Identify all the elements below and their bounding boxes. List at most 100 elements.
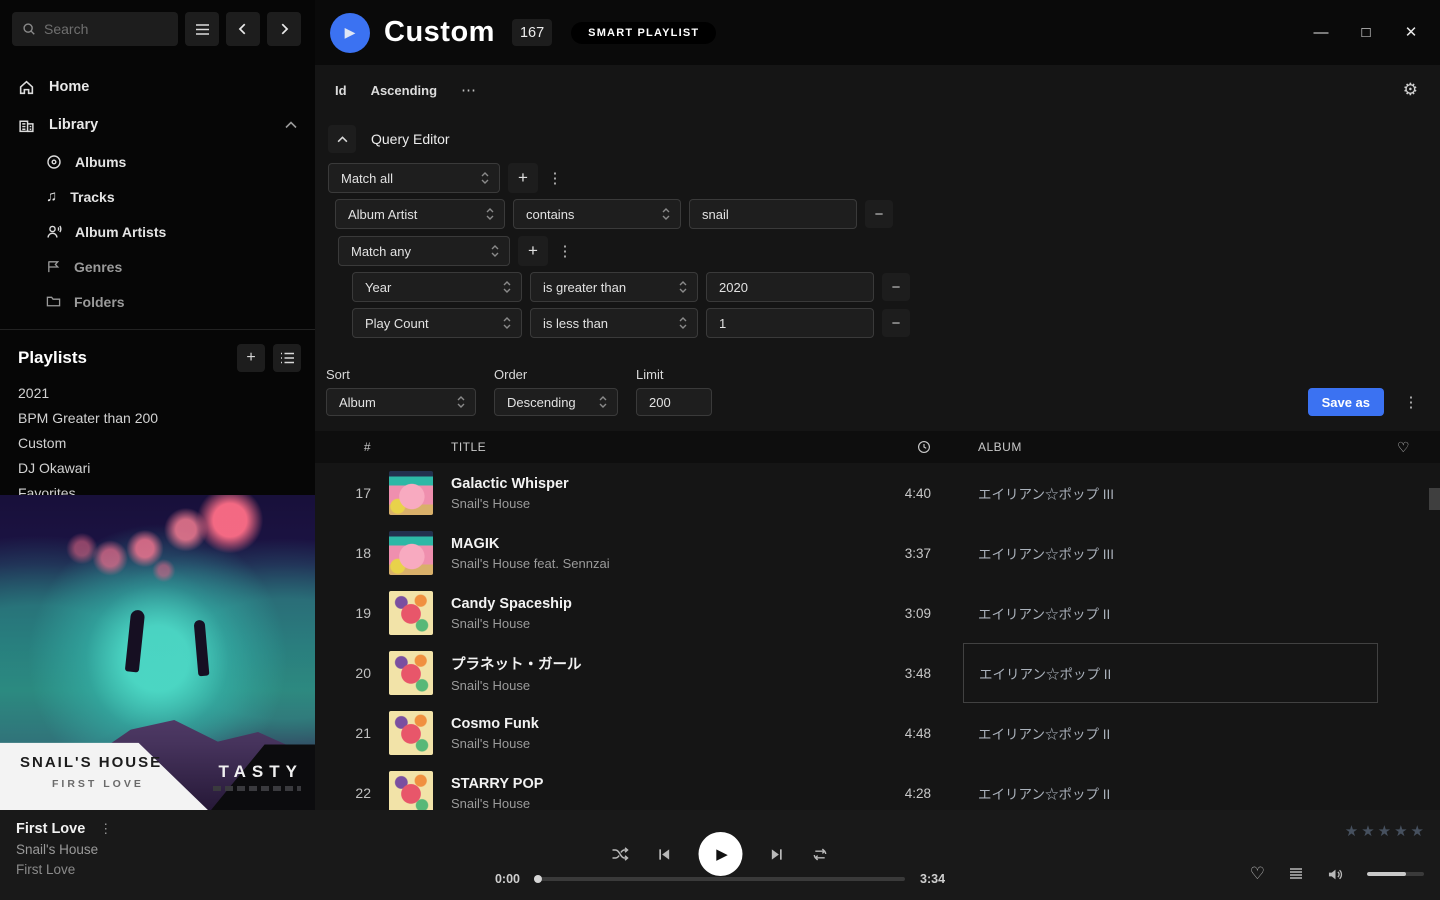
track-album-cell[interactable]: エイリアン☆ポップ III (963, 463, 1378, 523)
minus-icon: − (892, 315, 901, 332)
sort-select[interactable]: Album (326, 388, 476, 416)
sidebar-item-folders[interactable]: Folders (0, 284, 315, 319)
track-artist: Snail's House (451, 678, 821, 693)
track-album: エイリアン☆ポップ II (978, 783, 1110, 803)
playlist-item[interactable]: BPM Greater than 200 (0, 405, 315, 430)
star-icon[interactable]: ★ (1411, 822, 1424, 840)
add-rule-button[interactable]: + (518, 236, 548, 266)
table-row[interactable]: 18 MAGIK Snail's House feat. Sennzai 3:3… (315, 523, 1440, 583)
playlist-options-button[interactable] (273, 344, 301, 372)
playlist-item[interactable]: DJ Okawari (0, 455, 315, 480)
sidebar-item-library[interactable]: Library (0, 106, 315, 144)
group-menu-button[interactable]: ⋮ (556, 242, 574, 260)
minimize-button[interactable]: — (1312, 24, 1330, 42)
rule-field-select[interactable]: Album Artist (335, 199, 505, 229)
add-rule-button[interactable]: + (508, 163, 538, 193)
star-icon[interactable]: ★ (1345, 822, 1358, 840)
sort-order-button[interactable]: Ascending (371, 83, 437, 98)
star-icon[interactable]: ★ (1378, 822, 1391, 840)
shuffle-button[interactable] (612, 846, 630, 862)
favorite-button[interactable]: ♡ (1250, 864, 1265, 884)
collapse-query-button[interactable] (328, 125, 356, 153)
track-album-cell[interactable]: エイリアン☆ポップ II (963, 583, 1378, 643)
star-icon[interactable]: ★ (1361, 822, 1374, 840)
search-input[interactable] (12, 12, 178, 46)
settings-button[interactable]: ⚙ (1403, 80, 1418, 100)
table-row[interactable]: 22 STARRY POP Snail's House 4:28 エイリアン☆ポ… (315, 763, 1440, 810)
rule-value-input[interactable] (689, 199, 857, 229)
column-header-title[interactable]: TITLE (451, 440, 821, 454)
rule-value-input[interactable] (706, 272, 874, 302)
scrollbar-thumb[interactable] (1429, 488, 1440, 510)
seek-bar[interactable] (535, 877, 905, 881)
search-field[interactable] (44, 21, 154, 37)
play-playlist-button[interactable]: ▶ (330, 13, 370, 53)
menu-button[interactable] (185, 12, 219, 46)
repeat-button[interactable] (812, 847, 829, 862)
sidebar-item-albums[interactable]: Albums (0, 144, 315, 179)
table-row[interactable]: 19 Candy Spaceship Snail's House 3:09 エイ… (315, 583, 1440, 643)
save-as-button[interactable]: Save as (1308, 388, 1384, 416)
volume-button[interactable] (1327, 867, 1344, 882)
search-icon (22, 22, 36, 36)
sidebar-item-album-artists[interactable]: Album Artists (0, 214, 315, 249)
playlists-title: Playlists (18, 348, 229, 368)
rule-operator-select[interactable]: is greater than (530, 272, 698, 302)
gear-icon: ⚙ (1403, 80, 1418, 99)
more-options-button[interactable]: ⋯ (461, 81, 477, 99)
chevron-right-icon (277, 22, 291, 36)
sidebar-item-home[interactable]: Home (0, 68, 315, 106)
forward-button[interactable] (267, 12, 301, 46)
rule-operator-select[interactable]: contains (513, 199, 681, 229)
save-menu-button[interactable]: ⋮ (1402, 388, 1420, 416)
track-album-cell[interactable]: エイリアン☆ポップ II (963, 643, 1378, 703)
table-row[interactable]: 21 Cosmo Funk Snail's House 4:48 エイリアン☆ポ… (315, 703, 1440, 763)
order-select[interactable]: Descending (494, 388, 618, 416)
limit-input[interactable] (636, 388, 712, 416)
track-artwork-thumbnail (389, 591, 433, 635)
table-row[interactable]: 17 Galactic Whisper Snail's House 4:40 エ… (315, 463, 1440, 523)
remove-rule-button[interactable]: − (882, 273, 910, 301)
track-artist: Snail's House feat. Sennzai (451, 556, 821, 571)
maximize-button[interactable]: □ (1357, 24, 1375, 42)
star-icon[interactable]: ★ (1394, 822, 1407, 840)
group-menu-button[interactable]: ⋮ (546, 169, 564, 187)
sidebar-item-genres[interactable]: Genres (0, 249, 315, 284)
playlist-item[interactable]: Custom (0, 430, 315, 455)
kebab-icon: ⋮ (99, 821, 112, 836)
rating-stars[interactable]: ★ ★ ★ ★ ★ (1345, 822, 1424, 840)
playlist-item[interactable]: 2021 (0, 380, 315, 405)
favorite-column-header[interactable]: ♡ (1378, 439, 1440, 456)
kebab-icon: ⋮ (558, 243, 573, 260)
sort-field-button[interactable]: Id (335, 83, 347, 98)
track-artwork-thumbnail (389, 651, 433, 695)
rule-field-select[interactable]: Year (352, 272, 522, 302)
rule-field-select[interactable]: Play Count (352, 308, 522, 338)
back-button[interactable] (226, 12, 260, 46)
duration-column-header[interactable] (821, 440, 931, 454)
seek-handle[interactable] (534, 875, 542, 883)
remove-rule-button[interactable]: − (882, 309, 910, 337)
remove-rule-button[interactable]: − (865, 200, 893, 228)
next-button[interactable] (770, 847, 785, 862)
rule-operator-select[interactable]: is less than (530, 308, 698, 338)
volume-slider[interactable] (1367, 872, 1424, 876)
chevron-up-icon[interactable] (285, 121, 297, 129)
column-header-album[interactable]: ALBUM (963, 440, 1378, 454)
column-header-index[interactable]: # (315, 440, 371, 454)
match-select[interactable]: Match any (338, 236, 510, 266)
sidebar-item-tracks[interactable]: ♫ Tracks (0, 179, 315, 214)
add-playlist-button[interactable]: + (237, 344, 265, 372)
match-select[interactable]: Match all (328, 163, 500, 193)
track-album-cell[interactable]: エイリアン☆ポップ II (963, 763, 1378, 810)
queue-button[interactable] (1288, 867, 1304, 881)
close-button[interactable]: ✕ (1402, 24, 1420, 42)
previous-button[interactable] (657, 847, 672, 862)
track-album-cell[interactable]: エイリアン☆ポップ III (963, 523, 1378, 583)
track-album-cell[interactable]: エイリアン☆ポップ II (963, 703, 1378, 763)
table-row[interactable]: 20 プラネット・ガール Snail's House 3:48 エイリアン☆ポッ… (315, 643, 1440, 703)
rule-value-input[interactable] (706, 308, 874, 338)
play-pause-button[interactable]: ▶ (699, 832, 743, 876)
now-playing-menu-button[interactable]: ⋮ (99, 821, 112, 837)
total-time: 3:34 (920, 872, 945, 886)
